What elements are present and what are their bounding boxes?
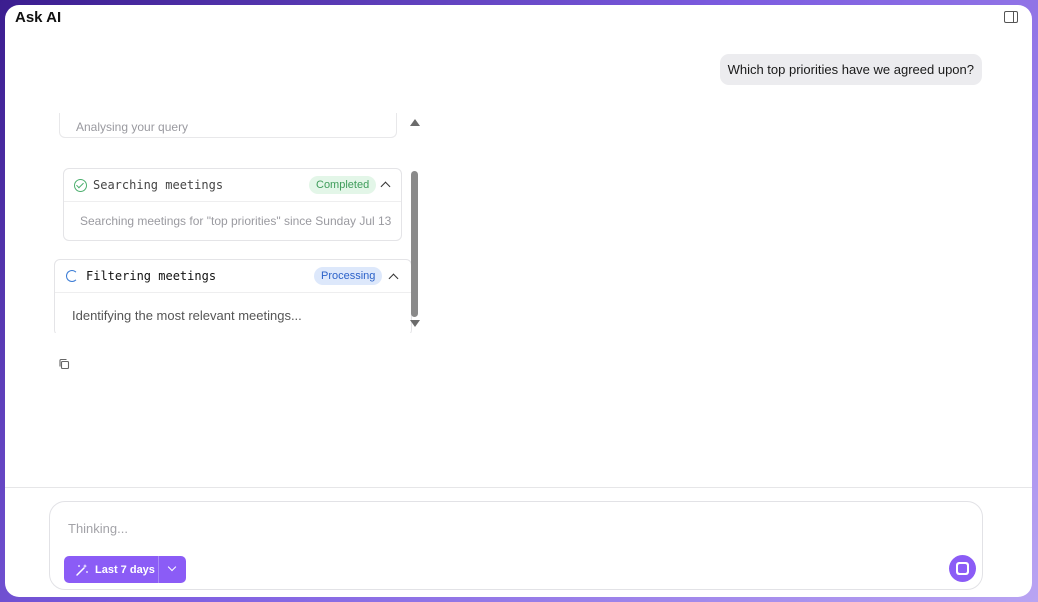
date-range-label: Last 7 days [95,563,155,576]
step-description: Analysing your query [76,120,189,134]
step-header[interactable]: Searching meetings Completed [64,169,401,202]
steps-list[interactable]: Analysing your query Searching meetings … [49,113,429,333]
status-badge-completed: Completed [309,176,377,194]
scroll-down-arrow[interactable] [410,320,420,327]
chevron-up-icon[interactable] [380,181,391,192]
date-range-button: Last 7 days [64,556,186,583]
chat-input[interactable]: Thinking... [68,521,128,536]
step-analysing: Analysing your query [59,113,397,138]
check-circle-icon [74,179,87,192]
step-name: Filtering meetings [86,269,217,283]
user-message: Which top priorities have we agreed upon… [719,54,982,85]
chevron-up-icon[interactable] [388,273,399,284]
step-description: Identifying the most relevant meetings..… [72,308,302,323]
ask-ai-window: Ask AI Which top priorities have we agre… [5,5,1032,597]
step-searching-meetings: Searching meetings Completed Searching m… [63,168,402,241]
stop-icon [956,562,969,575]
step-filtering-meetings: Filtering meetings Processing Identifyin… [54,259,412,333]
composer-divider [5,487,1032,488]
step-description: Searching meetings for "top priorities" … [80,214,392,228]
copy-icon[interactable] [58,358,70,370]
panel-right-icon[interactable] [1004,11,1018,23]
stop-button[interactable] [949,555,976,582]
scrollbar-thumb[interactable] [411,171,418,317]
date-range-select[interactable]: Last 7 days [64,556,158,583]
magic-wand-icon [76,563,88,576]
scroll-up-arrow[interactable] [410,119,420,126]
spinner-icon [66,270,78,282]
status-badge-processing: Processing [314,267,383,285]
step-name: Searching meetings [93,178,224,192]
chat-composer: Thinking... Last 7 days [49,501,983,590]
page-title: Ask AI [15,9,62,26]
chevron-down-icon[interactable] [158,556,186,583]
step-header[interactable]: Filtering meetings Processing [55,260,411,293]
